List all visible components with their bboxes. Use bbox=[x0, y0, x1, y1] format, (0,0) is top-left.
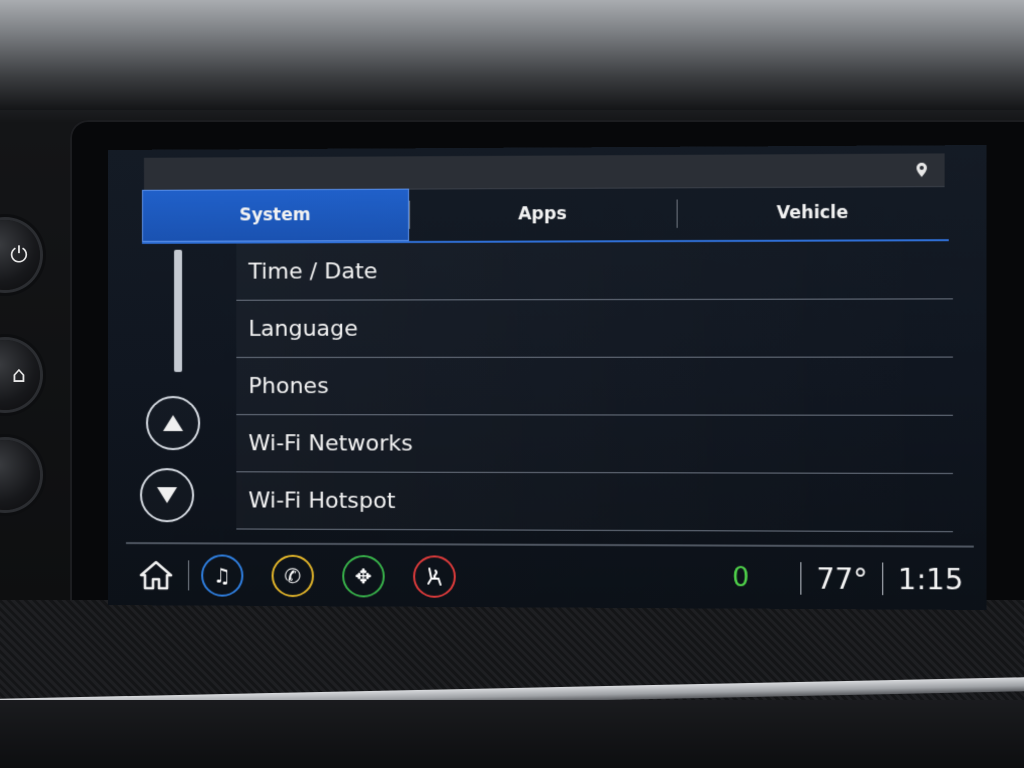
settings-tabs: System Apps Vehicle bbox=[142, 186, 949, 244]
home-icon bbox=[139, 560, 173, 589]
scroll-down-button[interactable] bbox=[140, 468, 195, 523]
navigation-button[interactable]: ✥ bbox=[342, 555, 385, 598]
phone-icon: ✆ bbox=[284, 563, 302, 589]
list-item-wifi-hotspot[interactable]: Wi-Fi Hotspot bbox=[236, 472, 953, 533]
list-item-label: Language bbox=[248, 316, 358, 342]
bar-divider bbox=[188, 560, 190, 591]
dashboard-trim-bottom bbox=[0, 700, 1024, 768]
power-icon: ⏻ bbox=[10, 242, 28, 268]
list-item-wifi-networks[interactable]: Wi-Fi Networks bbox=[236, 415, 953, 474]
power-knob[interactable]: ⏻ bbox=[0, 220, 40, 290]
tab-apps[interactable]: Apps bbox=[409, 187, 677, 241]
tab-system[interactable]: System bbox=[142, 188, 409, 242]
bottom-app-bar: ♫ ✆ ✥ 0 77° 1:15 bbox=[125, 542, 974, 610]
system-settings-list: Time / Date Language Phones Wi-Fi Networ… bbox=[236, 241, 953, 533]
music-icon: ♫ bbox=[213, 563, 232, 588]
scrollbar-thumb[interactable] bbox=[174, 249, 183, 372]
home-button[interactable] bbox=[136, 555, 176, 595]
home-hardware-button[interactable]: ⌂ bbox=[0, 340, 40, 410]
tab-vehicle-label: Vehicle bbox=[776, 202, 849, 224]
list-item-label: Wi-Fi Networks bbox=[248, 430, 413, 457]
triangle-up-icon bbox=[162, 414, 183, 431]
list-item-phones[interactable]: Phones bbox=[236, 357, 953, 416]
list-item-label: Phones bbox=[248, 373, 329, 399]
list-item-label: Wi-Fi Hotspot bbox=[248, 487, 396, 514]
triangle-down-icon bbox=[156, 486, 177, 503]
status-divider bbox=[882, 562, 884, 596]
status-strip bbox=[144, 153, 945, 191]
tab-system-label: System bbox=[239, 205, 311, 226]
seat-climate-button[interactable] bbox=[413, 555, 456, 598]
dashboard-trim-top bbox=[0, 0, 1024, 110]
phone-button[interactable]: ✆ bbox=[271, 554, 314, 598]
scroll-up-button[interactable] bbox=[146, 396, 201, 451]
status-readouts: 0 77° 1:15 bbox=[732, 561, 963, 596]
infotainment-screen: System Apps Vehicle Time / Date Language… bbox=[108, 145, 987, 610]
temperature-readout: 77° bbox=[816, 561, 868, 596]
list-item-language[interactable]: Language bbox=[236, 299, 953, 358]
tune-knob[interactable] bbox=[0, 440, 40, 510]
clock-readout: 1:15 bbox=[897, 562, 964, 597]
list-item-label: Time / Date bbox=[248, 258, 378, 285]
list-item-time-date[interactable]: Time / Date bbox=[236, 241, 953, 301]
status-divider bbox=[800, 562, 802, 595]
navigation-icon: ✥ bbox=[354, 564, 372, 589]
seat-climate-icon bbox=[423, 565, 445, 587]
list-scrollbar[interactable] bbox=[174, 249, 183, 372]
car-dashboard-scene: ⏻ ⌂ System Apps Vehicle Time / Date Lang… bbox=[0, 0, 1024, 768]
home-hardware-icon: ⌂ bbox=[12, 362, 26, 388]
location-pin-icon bbox=[916, 162, 927, 178]
notification-counter[interactable]: 0 bbox=[732, 563, 749, 594]
music-button[interactable]: ♫ bbox=[201, 554, 244, 597]
tab-apps-label: Apps bbox=[518, 204, 567, 225]
tab-vehicle[interactable]: Vehicle bbox=[677, 186, 949, 240]
